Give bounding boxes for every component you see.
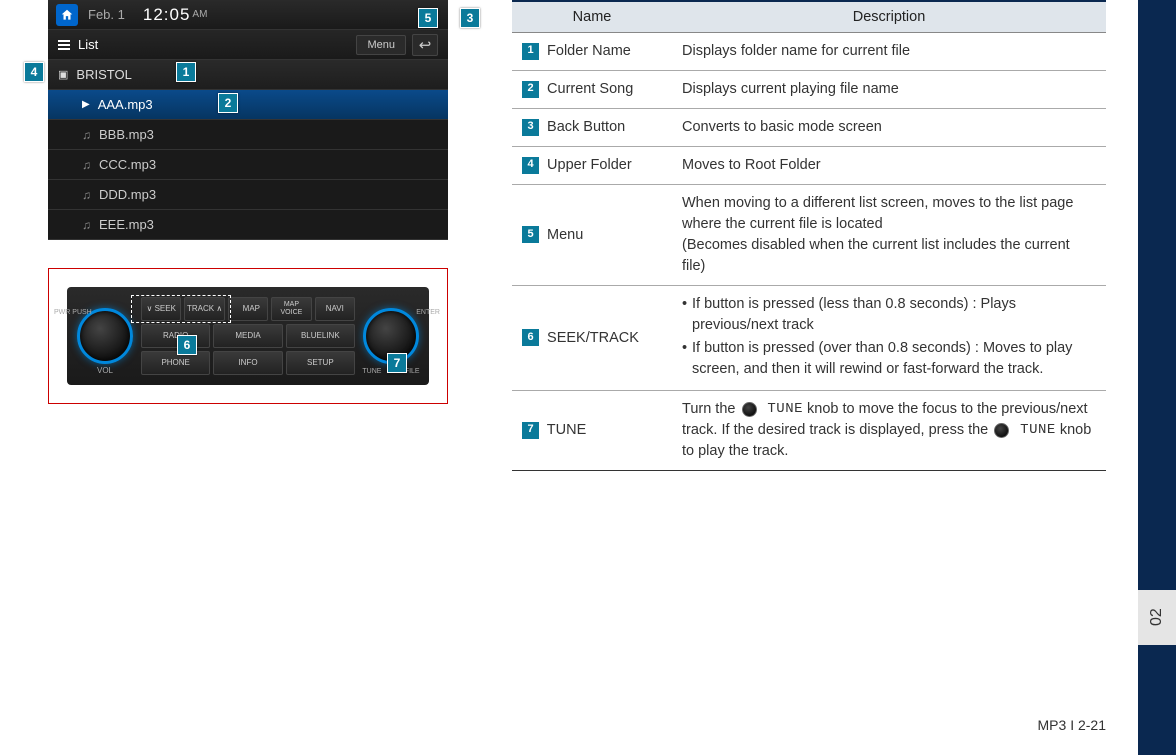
table-row: 6 SEEK/TRACK If button is pressed (less t… bbox=[512, 286, 1106, 391]
bluelink-button[interactable]: BLUELINK bbox=[286, 324, 355, 348]
enter-label: ENTER bbox=[416, 309, 440, 316]
side-strip: 02 bbox=[1138, 0, 1176, 755]
info-button[interactable]: INFO bbox=[213, 351, 282, 375]
infotainment-screenshot: Feb. 1 12:05 AM List Menu ↩ ▣ BRISTOL bbox=[48, 0, 448, 240]
number-badge: 2 bbox=[522, 81, 539, 98]
number-badge: 1 bbox=[522, 43, 539, 60]
folder-name: BRISTOL bbox=[76, 67, 131, 82]
callout-1: 1 bbox=[176, 62, 196, 82]
number-badge: 6 bbox=[522, 329, 539, 346]
number-badge: 3 bbox=[522, 119, 539, 136]
ampm-text: AM bbox=[192, 9, 207, 20]
map-voice-button[interactable]: MAP VOICE bbox=[271, 297, 311, 321]
table-row: 2 Current Song Displays current playing f… bbox=[512, 71, 1106, 109]
music-note-icon: ♫ bbox=[82, 128, 91, 142]
tune-knob-icon bbox=[742, 402, 757, 417]
list-label: List bbox=[78, 37, 98, 52]
folder-icon: ▣ bbox=[58, 68, 68, 81]
callout-4: 4 bbox=[24, 62, 44, 82]
row-name: Current Song bbox=[543, 81, 633, 97]
page-footer: MP3 I 2-21 bbox=[1038, 717, 1106, 733]
home-icon[interactable] bbox=[56, 4, 78, 26]
song-name: CCC.mp3 bbox=[99, 157, 156, 172]
callout-2: 2 bbox=[218, 93, 238, 113]
song-name: DDD.mp3 bbox=[99, 187, 156, 202]
music-note-icon: ♫ bbox=[82, 218, 91, 232]
media-button[interactable]: MEDIA bbox=[213, 324, 282, 348]
phone-button[interactable]: PHONE bbox=[141, 351, 210, 375]
navi-button[interactable]: NAVI bbox=[315, 297, 355, 321]
status-bar: Feb. 1 12:05 AM bbox=[48, 0, 448, 30]
table-row: 5 Menu When moving to a different list sc… bbox=[512, 185, 1106, 286]
back-button[interactable]: ↩ bbox=[412, 34, 438, 56]
chapter-tab: 02 bbox=[1138, 590, 1176, 645]
row-description: Displays folder name for current file bbox=[672, 33, 1106, 71]
pwr-label: PWR PUSH bbox=[54, 309, 92, 316]
seek-button[interactable]: ∨ SEEK bbox=[141, 297, 181, 321]
table-row: 3 Back Button Converts to basic mode scre… bbox=[512, 109, 1106, 147]
list-icon bbox=[58, 38, 70, 52]
song-row[interactable]: ♫ EEE.mp3 bbox=[48, 210, 448, 240]
table-row: 4 Upper Folder Moves to Root Folder bbox=[512, 147, 1106, 185]
table-row: 7 TUNE Turn the TUNE knob to move the foc… bbox=[512, 391, 1106, 471]
row-description: When moving to a different list screen, … bbox=[672, 185, 1106, 286]
song-row[interactable]: ♫ BBB.mp3 bbox=[48, 120, 448, 150]
tune-knob-icon bbox=[994, 423, 1009, 438]
play-icon: ▶ bbox=[82, 99, 90, 110]
number-badge: 7 bbox=[522, 422, 539, 439]
row-name: Folder Name bbox=[543, 43, 631, 59]
song-name: AAA.mp3 bbox=[98, 97, 153, 112]
col-desc: Description bbox=[672, 1, 1106, 33]
volume-knob[interactable]: PWR PUSH VOL bbox=[77, 308, 133, 364]
row-name: TUNE bbox=[543, 422, 586, 438]
setup-button[interactable]: SETUP bbox=[286, 351, 355, 375]
description-table: Name Description 1 Folder Name Displays f… bbox=[512, 0, 1106, 471]
callout-7: 7 bbox=[387, 353, 407, 373]
row-name: Back Button bbox=[543, 119, 625, 135]
music-note-icon: ♫ bbox=[82, 188, 91, 202]
callout-5: 5 bbox=[418, 8, 438, 28]
left-column: Feb. 1 12:05 AM List Menu ↩ ▣ BRISTOL bbox=[12, 0, 452, 755]
track-button[interactable]: TRACK ∧ bbox=[184, 297, 224, 321]
callout-6: 6 bbox=[177, 335, 197, 355]
row-description: Turn the TUNE knob to move the focus to … bbox=[672, 391, 1106, 471]
row-name: Upper Folder bbox=[543, 157, 632, 173]
number-badge: 4 bbox=[522, 157, 539, 174]
menu-button[interactable]: Menu bbox=[356, 35, 406, 55]
song-name: BBB.mp3 bbox=[99, 127, 154, 142]
row-name: SEEK/TRACK bbox=[543, 330, 639, 346]
row-name: Menu bbox=[543, 227, 583, 243]
row-description: Displays current playing file name bbox=[672, 71, 1106, 109]
number-badge: 5 bbox=[522, 226, 539, 243]
song-row[interactable]: ▶ AAA.mp3 bbox=[48, 90, 448, 120]
table-row: 1 Folder Name Displays folder name for cu… bbox=[512, 33, 1106, 71]
row-description: Converts to basic mode screen bbox=[672, 109, 1106, 147]
date-text: Feb. 1 bbox=[88, 7, 125, 22]
time-text: 12:05 bbox=[143, 5, 191, 25]
song-row[interactable]: ♫ DDD.mp3 bbox=[48, 180, 448, 210]
sd-map-button[interactable]: MAP bbox=[228, 297, 268, 321]
hardware-panel-figure: PWR PUSH VOL ∨ SEEKTRACK ∧ MAPMAP VOICEN… bbox=[48, 268, 448, 404]
list-header-row: List Menu ↩ bbox=[48, 30, 448, 60]
vol-label: VOL bbox=[97, 366, 113, 375]
song-row[interactable]: ♫ CCC.mp3 bbox=[48, 150, 448, 180]
row-description: If button is pressed (less than 0.8 seco… bbox=[672, 286, 1106, 391]
col-name: Name bbox=[512, 1, 672, 33]
description-table-container: Name Description 1 Folder Name Displays f… bbox=[512, 0, 1126, 755]
radio-button[interactable]: RADIO bbox=[141, 324, 210, 348]
song-name: EEE.mp3 bbox=[99, 217, 154, 232]
music-note-icon: ♫ bbox=[82, 158, 91, 172]
row-description: Moves to Root Folder bbox=[672, 147, 1106, 185]
callout-3: 3 bbox=[460, 8, 480, 28]
folder-row[interactable]: ▣ BRISTOL bbox=[48, 60, 448, 90]
